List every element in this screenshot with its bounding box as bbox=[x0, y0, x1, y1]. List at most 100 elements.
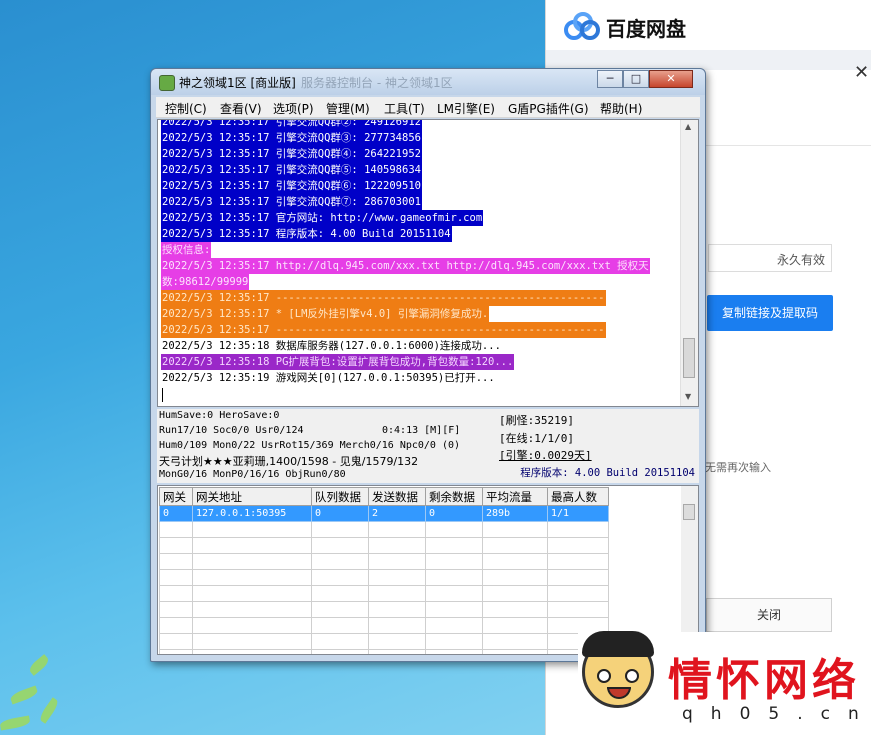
table-row-empty[interactable] bbox=[159, 537, 609, 554]
table-row-empty[interactable] bbox=[159, 633, 609, 650]
desktop-leaf bbox=[0, 715, 31, 731]
col-max-users[interactable]: 最高人数 bbox=[547, 487, 609, 506]
log-line: 2022/5/3 12:35:17 程序版本: 4.00 Build 20151… bbox=[161, 226, 452, 242]
menu-manage[interactable]: 管理(M) bbox=[326, 100, 370, 117]
empty-cell bbox=[311, 569, 369, 586]
server-window: 神之领域1区 [商业版] 服务器控制台 - 神之领域1区 ─ □ ✕ 控制(C)… bbox=[150, 68, 706, 662]
log-line: 2022/5/3 12:35:17 * [LM反外挂引擎v4.0] 引擎漏洞修复… bbox=[161, 306, 490, 322]
log-line: 2022/5/3 12:35:17 引擎交流QQ群③: 277734856 bbox=[161, 130, 422, 146]
empty-cell bbox=[192, 601, 312, 618]
log-line: 2022/5/3 12:35:17 ----------------------… bbox=[161, 290, 606, 306]
menu-tools[interactable]: 工具(T) bbox=[384, 100, 425, 117]
menu-help[interactable]: 帮助(H) bbox=[600, 100, 642, 117]
cell-max-users: 1/1 bbox=[547, 505, 609, 522]
empty-cell bbox=[159, 601, 193, 618]
empty-cell bbox=[311, 521, 369, 538]
empty-cell bbox=[159, 553, 193, 570]
status-run: Run17/10 Soc0/0 Usr0/124 bbox=[159, 425, 304, 436]
cell-address: 127.0.0.1:50395 bbox=[192, 505, 312, 522]
empty-cell bbox=[368, 537, 426, 554]
empty-cell bbox=[482, 585, 548, 602]
mascot-hair bbox=[582, 631, 654, 657]
status-online: [在线:1/1/0] bbox=[499, 432, 574, 445]
baidu-band bbox=[546, 50, 871, 70]
title-bar[interactable]: 神之领域1区 [商业版] 服务器控制台 - 神之领域1区 ─ □ ✕ bbox=[151, 69, 705, 95]
col-address[interactable]: 网关地址 bbox=[192, 487, 312, 506]
empty-cell bbox=[547, 537, 609, 554]
empty-cell bbox=[425, 633, 483, 650]
empty-cell bbox=[368, 649, 426, 654]
table-row-empty[interactable] bbox=[159, 601, 609, 618]
empty-cell bbox=[159, 617, 193, 634]
log-line: 授权信息: bbox=[161, 242, 212, 258]
copy-link-button[interactable]: 复制链接及提取码 bbox=[707, 295, 833, 331]
table-row[interactable]: 0 127.0.0.1:50395 0 2 0 289b 1/1 bbox=[159, 505, 609, 522]
scroll-thumb[interactable] bbox=[683, 338, 695, 378]
menu-control[interactable]: 控制(C) bbox=[165, 100, 207, 117]
log-scrollbar[interactable]: ▲ ▼ bbox=[680, 120, 698, 406]
desktop-leaf bbox=[27, 654, 51, 676]
col-remain[interactable]: 剩余数据 bbox=[425, 487, 483, 506]
baidu-header: 百度网盘 bbox=[546, 0, 871, 51]
empty-cell bbox=[311, 633, 369, 650]
empty-cell bbox=[482, 537, 548, 554]
scroll-up-icon[interactable]: ▲ bbox=[685, 122, 691, 131]
menu-pg-plugin[interactable]: G盾PG插件(G) bbox=[508, 100, 589, 117]
status-save: HumSave:0 HeroSave:0 bbox=[159, 410, 280, 421]
minimize-button[interactable]: ─ bbox=[597, 70, 623, 88]
scroll-down-icon[interactable]: ▼ bbox=[685, 392, 691, 401]
empty-cell bbox=[311, 537, 369, 554]
log-view[interactable]: 2022/5/3 12:35:17 引擎交流QQ群②: 249126912 20… bbox=[157, 119, 699, 407]
table-row-empty[interactable] bbox=[159, 617, 609, 634]
col-queue[interactable]: 队列数据 bbox=[311, 487, 369, 506]
menu-lm-engine[interactable]: LM引擎(E) bbox=[437, 100, 495, 117]
table-row-empty[interactable] bbox=[159, 585, 609, 602]
empty-cell bbox=[311, 585, 369, 602]
menu-options[interactable]: 选项(P) bbox=[273, 100, 314, 117]
log-line: 2022/5/3 12:35:17 引擎交流QQ群⑥: 122209510 bbox=[161, 178, 422, 194]
empty-cell bbox=[547, 521, 609, 538]
empty-cell bbox=[368, 553, 426, 570]
mascot-eye bbox=[597, 669, 611, 683]
log-line: 2022/5/3 12:35:18 数据库服务器(127.0.0.1:6000)… bbox=[161, 338, 502, 354]
gateway-table[interactable]: 网关 网关地址 队列数据 发送数据 剩余数据 平均流量 最高人数 0 127.0… bbox=[157, 485, 699, 655]
status-uptime: 0:4:13 [M][F] bbox=[382, 425, 461, 436]
empty-cell bbox=[547, 585, 609, 602]
table-row-empty[interactable] bbox=[159, 521, 609, 538]
table-row-empty[interactable] bbox=[159, 649, 609, 654]
table-scrollbar[interactable] bbox=[681, 486, 698, 654]
empty-cell bbox=[159, 585, 193, 602]
status-panel: HumSave:0 HeroSave:0 Run17/10 Soc0/0 Usr… bbox=[157, 409, 699, 483]
log-line: 2022/5/3 12:35:19 游戏网关[0](127.0.0.1:5039… bbox=[161, 370, 496, 386]
scroll-thumb[interactable] bbox=[683, 504, 695, 520]
table-row-empty[interactable] bbox=[159, 553, 609, 570]
empty-cell bbox=[311, 649, 369, 654]
empty-cell bbox=[368, 569, 426, 586]
log-line: 2022/5/3 12:35:17 http://dlq.945.com/xxx… bbox=[161, 258, 650, 274]
window-title: 神之领域1区 [商业版] bbox=[179, 76, 296, 90]
text-caret bbox=[162, 388, 163, 402]
table-row-empty[interactable] bbox=[159, 569, 609, 586]
empty-cell bbox=[159, 521, 193, 538]
validity-select[interactable]: 永久有效 bbox=[708, 244, 832, 272]
program-version: 程序版本: 4.00 Build 20151104 bbox=[520, 467, 695, 479]
maximize-button[interactable]: □ bbox=[623, 70, 649, 88]
close-button[interactable]: ✕ bbox=[649, 70, 693, 88]
status-hum: Hum0/109 Mon0/22 UsrRot15/369 Merch0/16 … bbox=[159, 440, 461, 451]
status-player: 天弓计划★★★亚莉珊,1400/1598 - 见鬼/1579/132 bbox=[159, 455, 419, 468]
col-sent[interactable]: 发送数据 bbox=[368, 487, 426, 506]
close-button[interactable]: 关闭 bbox=[706, 598, 832, 632]
watermark-text: 情怀网络 bbox=[668, 655, 860, 706]
col-traffic[interactable]: 平均流量 bbox=[482, 487, 548, 506]
menu-view[interactable]: 查看(V) bbox=[220, 100, 262, 117]
baidu-cloud-icon bbox=[564, 10, 600, 40]
empty-cell bbox=[482, 601, 548, 618]
log-line: 2022/5/3 12:35:17 引擎交流QQ群⑦: 286703001 bbox=[161, 194, 422, 210]
empty-cell bbox=[368, 521, 426, 538]
col-gateway[interactable]: 网关 bbox=[159, 487, 193, 506]
mascot-eye bbox=[625, 669, 639, 683]
close-icon[interactable]: ✕ bbox=[854, 62, 869, 83]
empty-cell bbox=[368, 633, 426, 650]
empty-cell bbox=[159, 649, 193, 654]
empty-cell bbox=[159, 569, 193, 586]
